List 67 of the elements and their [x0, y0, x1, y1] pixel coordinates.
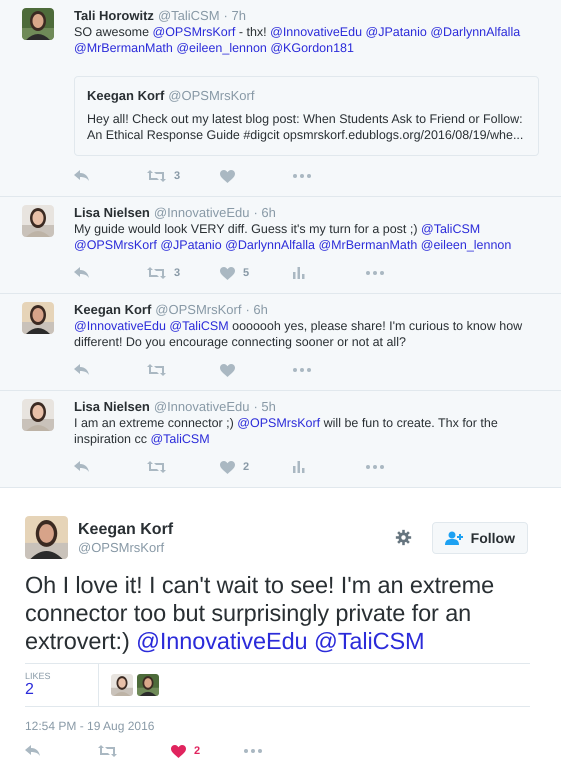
mention-link[interactable]: @InnovativeEdu — [74, 319, 166, 333]
bar-chart-icon — [293, 267, 305, 279]
retweet-icon — [98, 745, 117, 757]
more-icon — [293, 368, 311, 372]
reply-icon — [74, 267, 90, 279]
heart-icon — [171, 744, 186, 758]
mention-link[interactable]: @MrBermanMath — [74, 41, 173, 55]
user-name[interactable]: Tali Horowitz — [74, 8, 154, 24]
mention-link[interactable]: @DarlynnAlfalla — [430, 25, 520, 39]
mention-link[interactable]: @TaliCSM — [150, 432, 210, 446]
mention-link[interactable]: @OPSMrsKorf — [152, 25, 236, 39]
mention-link[interactable]: @OPSMrsKorf — [237, 416, 320, 430]
likes-count[interactable]: 2 — [25, 681, 98, 699]
like-button[interactable]: 2 — [171, 744, 244, 758]
reply-icon — [74, 170, 90, 182]
add-user-icon — [444, 530, 464, 544]
retweet-icon — [147, 364, 166, 376]
retweet-icon — [147, 170, 166, 182]
bar-chart-icon — [293, 461, 305, 473]
user-name[interactable]: Keegan Korf — [78, 520, 385, 540]
mention-link[interactable]: @KGordon181 — [270, 41, 354, 55]
reply-icon — [74, 364, 90, 376]
heart-icon — [220, 170, 235, 182]
user-handle: @TaliCSM — [158, 8, 220, 24]
tweet-text: Oh I love it! I can't wait to see! I'm an extreme connector too but surprisingly private for an extrovert:) @InnovativeEdu @TaliCSM — [25, 571, 496, 655]
mention-link[interactable]: @JPatanio — [160, 238, 222, 252]
mention-link[interactable]: @eileen_lennon — [420, 238, 512, 252]
more-icon — [366, 465, 384, 469]
heart-icon — [220, 266, 235, 280]
user-name: Keegan Korf — [87, 88, 164, 103]
mention-link[interactable]: @JPatanio — [366, 25, 427, 39]
mention-link[interactable]: @OPSMrsKorf — [74, 238, 157, 252]
more-icon — [293, 174, 311, 178]
reply-icon — [25, 745, 41, 757]
user-handle: @OPSMrsKorf — [168, 88, 254, 103]
mention-link[interactable]: @InnovativeEdu — [136, 628, 308, 654]
tweet-text: @InnovativeEdu @TaliCSM ooooooh yes, please share! I'm curious to know how different! Do you encourage connecting sooner or not at all? — [74, 318, 524, 350]
reply-icon — [74, 461, 90, 473]
user-handle: @InnovativeEdu — [154, 205, 250, 221]
user-name[interactable]: Lisa Nielsen — [74, 205, 150, 221]
tweet-text: My guide would look VERY diff. Guess it's my turn for a post ;) @TaliCSM @OPSMrsKorf @JPatanio @DarlynnAlfalla @MrBermanMath @eileen_lennon — [74, 221, 512, 253]
mention-link[interactable]: @DarlynnAlfalla — [225, 238, 315, 252]
heart-icon — [220, 364, 235, 376]
retweet-icon — [147, 461, 166, 473]
tweet-text: SO awesome @OPSMrsKorf - thx! @InnovativeEdu @JPatanio @DarlynnAlfalla @MrBermanMath @eileen_lennon @KGordon181 — [74, 24, 522, 56]
more-icon — [244, 749, 262, 753]
mention-link[interactable]: @TaliCSM — [421, 222, 480, 236]
mention-link[interactable]: @TaliCSM — [314, 628, 425, 654]
quoted-text: Hey all! Check out my latest blog post: When Students Ask to Friend or Follow: An Ethical Response Guide #digcit opsmrskorf.edublogs.org/2016/08/19/whe... — [87, 111, 524, 143]
user-name[interactable]: Lisa Nielsen — [74, 399, 150, 415]
likes-label: LIKES — [25, 671, 52, 681]
mention-link[interactable]: @MrBermanMath — [318, 238, 418, 252]
tweet-timestamp: 12:54 PM - 19 Aug 2016 — [25, 719, 156, 733]
mention-link[interactable]: @eileen_lennon — [176, 41, 267, 55]
heart-icon — [220, 460, 235, 474]
user-handle: @InnovativeEdu — [154, 399, 250, 415]
settings-icon[interactable] — [394, 529, 412, 546]
user-handle: @OPSMrsKorf — [155, 302, 242, 318]
more-icon — [366, 271, 384, 275]
retweet-icon — [147, 267, 166, 279]
tweet-text: I am an extreme connector ;) @OPSMrsKorf will be fun to create. Thx for the inspiration cc @TaliCSM — [74, 415, 499, 447]
mention-link[interactable]: @TaliCSM — [169, 319, 229, 333]
user-handle: @OPSMrsKorf — [78, 540, 166, 555]
mention-link[interactable]: @InnovativeEdu — [270, 25, 362, 39]
quoted-tweet-card[interactable]: Keegan Korf @OPSMrsKorf Hey all! Check out my latest blog post: When Students Ask to Friend or Follow: An Ethical Response Guide #digcit opsmrskorf.edublogs.org/2016/08/19/whe... — [74, 76, 539, 156]
user-name[interactable]: Keegan Korf — [74, 302, 152, 318]
follow-button[interactable]: Follow — [432, 522, 528, 554]
